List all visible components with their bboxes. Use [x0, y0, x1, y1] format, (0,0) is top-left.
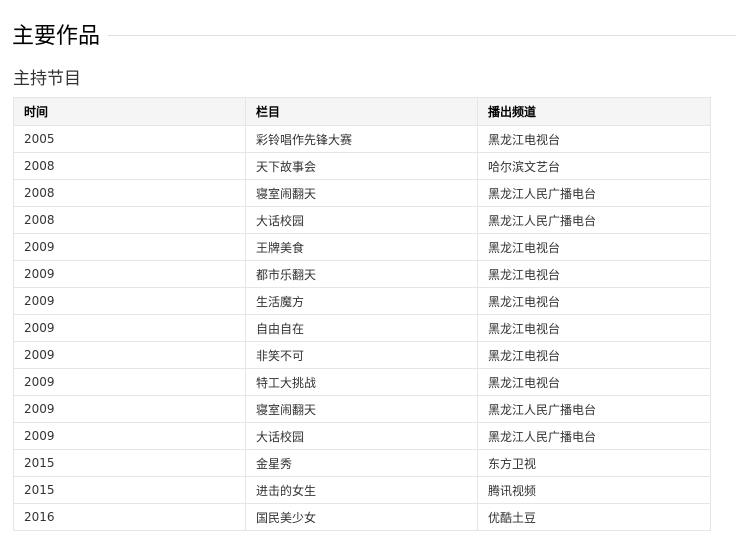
- cell-program: 国民美少女: [245, 503, 478, 531]
- cell-channel: 黑龙江电视台: [477, 368, 711, 396]
- cell-channel: 黑龙江人民广播电台: [477, 206, 711, 234]
- cell-program: 非笑不可: [245, 341, 478, 369]
- cell-program: 寝室闹翻天: [245, 395, 478, 423]
- cell-program: 生活魔方: [245, 287, 478, 315]
- cell-channel: 哈尔滨文艺台: [477, 152, 711, 180]
- table-row: 2009 都市乐翻天 黑龙江电视台: [13, 260, 711, 288]
- cell-channel: 黑龙江人民广播电台: [477, 395, 711, 423]
- cell-program: 王牌美食: [245, 233, 478, 261]
- cell-program: 天下故事会: [245, 152, 478, 180]
- cell-channel: 腾讯视频: [477, 476, 711, 504]
- subsection-title: 主持节目: [13, 69, 81, 89]
- cell-channel: 黑龙江人民广播电台: [477, 179, 711, 207]
- cell-channel: 优酷土豆: [477, 503, 711, 531]
- table-row: 2008 大话校园 黑龙江人民广播电台: [13, 206, 711, 234]
- table-row: 2008 寝室闹翻天 黑龙江人民广播电台: [13, 179, 711, 207]
- cell-channel: 黑龙江人民广播电台: [477, 422, 711, 450]
- cell-year: 2015: [13, 449, 246, 477]
- hosted-programs-table: 时间 栏目 播出频道 2005 彩铃唱作先锋大赛 黑龙江电视台 2008 天下故…: [13, 97, 711, 531]
- cell-program: 金星秀: [245, 449, 478, 477]
- cell-program: 大话校园: [245, 206, 478, 234]
- cell-year: 2008: [13, 152, 246, 180]
- table-row: 2009 特工大挑战 黑龙江电视台: [13, 368, 711, 396]
- cell-year: 2009: [13, 314, 246, 342]
- table-header-row: 时间 栏目 播出频道: [13, 97, 711, 126]
- cell-program: 大话校园: [245, 422, 478, 450]
- cell-program: 彩铃唱作先锋大赛: [245, 125, 478, 153]
- cell-year: 2009: [13, 368, 246, 396]
- table-row: 2009 王牌美食 黑龙江电视台: [13, 233, 711, 261]
- cell-program: 都市乐翻天: [245, 260, 478, 288]
- cell-year: 2009: [13, 341, 246, 369]
- table-row: 2005 彩铃唱作先锋大赛 黑龙江电视台: [13, 125, 711, 153]
- section-title: 主要作品: [12, 24, 101, 49]
- column-header-program: 栏目: [245, 97, 478, 126]
- cell-program: 自由自在: [245, 314, 478, 342]
- section-header: 主要作品: [12, 18, 736, 50]
- table-row: 2015 金星秀 东方卫视: [13, 449, 711, 477]
- cell-year: 2005: [13, 125, 246, 153]
- column-header-channel: 播出频道: [477, 97, 711, 126]
- table-row: 2009 寝室闹翻天 黑龙江人民广播电台: [13, 395, 711, 423]
- table-row: 2016 国民美少女 优酷土豆: [13, 503, 711, 531]
- cell-channel: 黑龙江电视台: [477, 233, 711, 261]
- cell-channel: 黑龙江电视台: [477, 314, 711, 342]
- cell-year: 2016: [13, 503, 246, 531]
- table-row: 2009 大话校园 黑龙江人民广播电台: [13, 422, 711, 450]
- section-divider: [108, 34, 736, 36]
- cell-year: 2015: [13, 476, 246, 504]
- cell-year: 2008: [13, 206, 246, 234]
- cell-year: 2009: [13, 422, 246, 450]
- column-header-year: 时间: [13, 97, 246, 126]
- cell-channel: 黑龙江电视台: [477, 125, 711, 153]
- cell-program: 特工大挑战: [245, 368, 478, 396]
- table-row: 2009 自由自在 黑龙江电视台: [13, 314, 711, 342]
- table-row: 2015 进击的女生 腾讯视频: [13, 476, 711, 504]
- cell-program: 进击的女生: [245, 476, 478, 504]
- cell-year: 2009: [13, 260, 246, 288]
- cell-channel: 黑龙江电视台: [477, 287, 711, 315]
- cell-year: 2008: [13, 179, 246, 207]
- cell-year: 2009: [13, 395, 246, 423]
- cell-year: 2009: [13, 233, 246, 261]
- table-row: 2008 天下故事会 哈尔滨文艺台: [13, 152, 711, 180]
- cell-channel: 黑龙江电视台: [477, 341, 711, 369]
- table-row: 2009 非笑不可 黑龙江电视台: [13, 341, 711, 369]
- cell-channel: 东方卫视: [477, 449, 711, 477]
- cell-year: 2009: [13, 287, 246, 315]
- cell-program: 寝室闹翻天: [245, 179, 478, 207]
- table-row: 2009 生活魔方 黑龙江电视台: [13, 287, 711, 315]
- cell-channel: 黑龙江电视台: [477, 260, 711, 288]
